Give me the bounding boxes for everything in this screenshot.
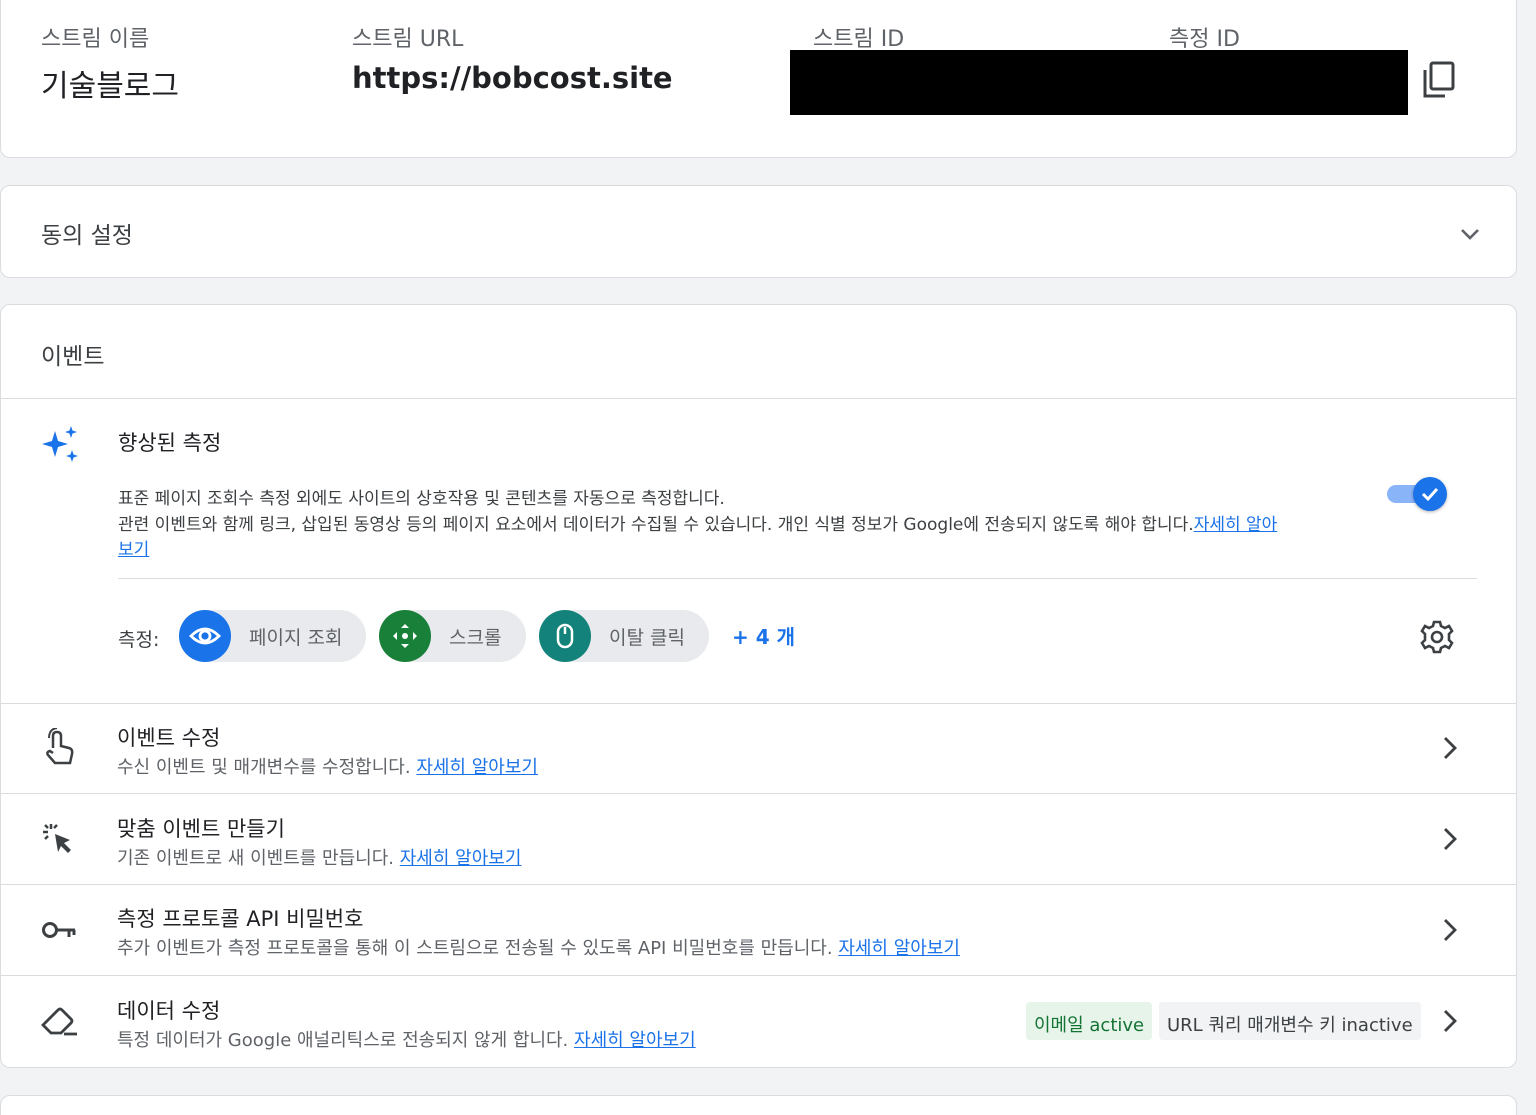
scroll-arrows-icon [379,610,431,662]
chevron-right-icon[interactable] [1442,918,1458,946]
check-icon [1421,487,1439,502]
consent-settings-card[interactable]: 동의 설정 [0,185,1517,278]
divider [118,578,1477,579]
next-card [0,1095,1517,1115]
learn-more-link[interactable]: 자세히 알아보기 [400,848,522,869]
key-icon [41,918,77,946]
chip-label: 페이지 조회 [249,627,343,649]
create-custom-event-desc: 기존 이벤트로 새 이벤트를 만듭니다. 자세히 알아보기 [117,844,521,870]
learn-more-link[interactable]: 자세히 알아 [1194,515,1278,535]
chevron-down-icon[interactable] [1459,226,1481,245]
data-redaction-title: 데이터 수정 [117,999,221,1023]
measurement-id-label: 측정 ID [1169,27,1240,52]
redacted-ids-block [790,50,1408,115]
mp-api-secret-desc: 추가 이벤트가 측정 프로토콜을 통해 이 스트림으로 전송될 수 있도록 AP… [117,934,960,960]
stream-url-value: https://bobcost.site [352,61,673,95]
chip-label: 이탈 클릭 [609,627,685,649]
modify-events-desc: 수신 이벤트 및 매개변수를 수정합니다. 자세히 알아보기 [117,753,538,779]
chevron-right-icon[interactable] [1442,736,1458,764]
learn-more-link[interactable]: 자세히 알아보기 [838,938,960,959]
stream-name-label: 스트림 이름 [41,27,150,52]
chevron-right-icon[interactable] [1442,1009,1458,1037]
chip-scroll[interactable]: 스크롤 [379,610,526,662]
touch-hand-icon [42,727,76,772]
enhanced-desc-2-text: 관련 이벤트와 함께 링크, 삽입된 동영상 등의 페이지 요소에서 데이터가 … [118,515,1194,535]
mouse-icon [539,610,591,662]
eye-icon [179,610,231,662]
chip-label: 스크롤 [449,627,502,649]
enhanced-desc-2: 관련 이벤트와 함께 링크, 삽입된 동영상 등의 페이지 요소에서 데이터가 … [118,510,1277,535]
status-badge-url-query: URL 쿼리 매개변수 키 inactive [1159,1002,1421,1040]
divider [1,398,1516,399]
measure-label: 측정: [118,629,160,651]
consent-title: 동의 설정 [41,223,133,249]
stream-name-value: 기술블로그 [41,69,179,104]
mp-api-secret-title: 측정 프로토콜 API 비밀번호 [117,907,364,931]
data-redaction-desc: 특정 데이터가 Google 애널리틱스로 전송되지 않게 합니다. 자세히 알… [117,1026,696,1052]
cursor-click-icon [42,822,76,860]
row-desc-text: 기존 이벤트로 새 이벤트를 만듭니다. [117,848,395,869]
row-desc-text: 특정 데이터가 Google 애널리틱스로 전송되지 않게 합니다. [117,1030,569,1051]
more-measurements-link[interactable]: + 4 개 [732,621,795,650]
row-desc-text: 추가 이벤트가 측정 프로토콜을 통해 이 스트림으로 전송될 수 있도록 AP… [117,938,833,959]
eraser-icon [40,1005,78,1041]
stream-id-label: 스트림 ID [813,27,905,52]
chip-page-view[interactable]: 페이지 조회 [179,610,366,662]
status-badge-email: 이메일 active [1026,1002,1153,1040]
modify-events-row[interactable] [1,704,1516,793]
sparkle-icon [41,425,81,469]
learn-more-link[interactable]: 자세히 알아보기 [416,757,538,778]
enhanced-measurement-toggle[interactable] [1385,477,1447,511]
stream-details-card: 스트림 이름 기술블로그 스트림 URL https://bobcost.sit… [0,0,1517,158]
enhanced-measurement-title: 향상된 측정 [118,431,222,455]
enhanced-desc-1: 표준 페이지 조회수 측정 외에도 사이트의 상호작용 및 콘텐츠를 자동으로 … [118,489,725,509]
copy-icon[interactable] [1421,61,1455,99]
events-title: 이벤트 [41,344,105,370]
gear-icon[interactable] [1419,619,1455,659]
stream-url-label: 스트림 URL [352,27,464,52]
create-custom-event-title: 맞춤 이벤트 만들기 [117,817,285,841]
modify-events-title: 이벤트 수정 [117,726,221,750]
chevron-right-icon[interactable] [1442,827,1458,855]
chip-outbound-click[interactable]: 이탈 클릭 [539,610,709,662]
learn-more-link-cont[interactable]: 보기 [118,535,149,560]
row-desc-text: 수신 이벤트 및 매개변수를 수정합니다. [117,757,411,778]
learn-more-link[interactable]: 자세히 알아보기 [574,1030,696,1051]
